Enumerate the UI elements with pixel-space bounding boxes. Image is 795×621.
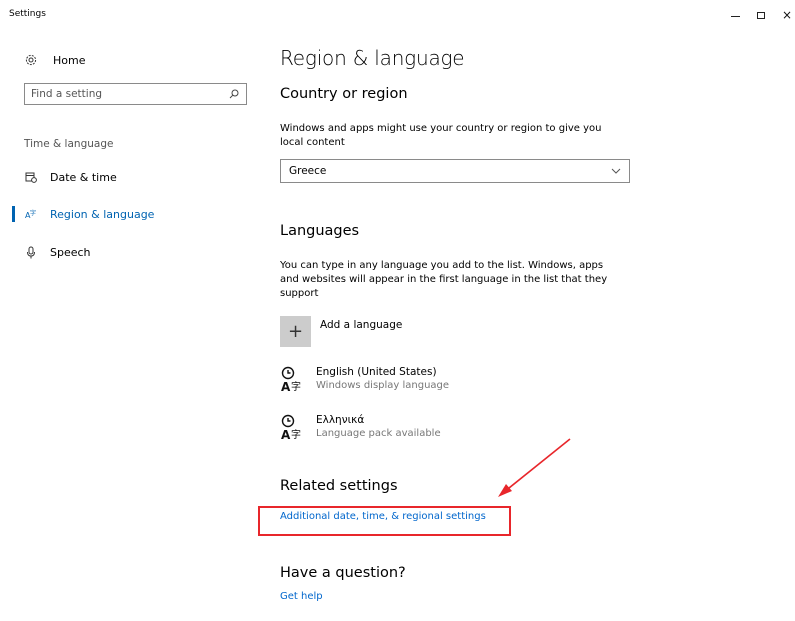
annotation-highlight-box: [258, 506, 511, 536]
sidebar-item-date-time[interactable]: Date & time: [12, 166, 252, 188]
language-icon: A 字: [281, 414, 301, 442]
search-box[interactable]: [24, 83, 247, 105]
sidebar-item-label: Date & time: [50, 170, 117, 184]
language-name: English (United States): [316, 366, 437, 378]
language-item-english[interactable]: A 字 English (United States) Windows disp…: [280, 366, 449, 394]
sidebar-item-speech[interactable]: Speech: [12, 241, 252, 263]
search-icon[interactable]: [229, 89, 239, 99]
language-item-text: English (United States) Windows display …: [316, 366, 449, 391]
sidebar-item-region-language[interactable]: A字 Region & language: [12, 203, 252, 225]
get-help-link[interactable]: Get help: [280, 591, 323, 602]
language-icon: A 字: [281, 366, 301, 394]
page-title: Region & language: [280, 46, 465, 70]
language-status: Language pack available: [316, 428, 441, 439]
language-icon: A字: [24, 208, 38, 220]
calendar-clock-icon: [24, 171, 38, 183]
related-settings-heading: Related settings: [280, 478, 398, 494]
nav-home[interactable]: Home: [24, 51, 85, 69]
question-heading: Have a question?: [280, 565, 406, 581]
svg-text:字: 字: [291, 428, 301, 441]
languages-heading: Languages: [280, 223, 360, 239]
selection-bar: [12, 169, 15, 185]
country-heading: Country or region: [280, 86, 408, 102]
chevron-down-icon: [611, 168, 621, 174]
maximize-icon: [757, 11, 765, 19]
svg-text:字: 字: [291, 380, 301, 393]
language-name: Ελληνικά: [316, 414, 365, 426]
svg-text:字: 字: [30, 209, 36, 217]
search-input[interactable]: [31, 88, 211, 100]
selection-bar: [12, 244, 15, 260]
selection-bar: [12, 206, 15, 222]
close-icon: ×: [781, 8, 793, 22]
nav-home-label: Home: [53, 53, 86, 67]
microphone-icon: [24, 246, 38, 259]
section-label: Time & language: [24, 138, 114, 150]
svg-text:A: A: [281, 428, 291, 442]
country-dropdown[interactable]: Greece: [280, 159, 630, 183]
country-selected-value: Greece: [289, 165, 327, 177]
language-item-greek[interactable]: A 字 Ελληνικά Language pack available: [280, 414, 441, 442]
sidebar: Home Time & language Date & time A字 Regi…: [0, 28, 265, 621]
country-description: Windows and apps might use your country …: [280, 123, 602, 148]
window-title: Settings: [9, 9, 46, 19]
minimize-icon: [730, 15, 740, 17]
annotation-arrow-icon: [498, 438, 571, 497]
sidebar-item-label: Speech: [50, 245, 91, 259]
close-button[interactable]: ×: [772, 4, 795, 26]
languages-description: You can type in any language you add to …: [280, 260, 608, 299]
svg-text:A: A: [281, 380, 291, 394]
add-language-button[interactable]: + Add a language: [280, 316, 402, 347]
gear-icon: [24, 54, 38, 66]
title-bar: Settings ×: [0, 0, 795, 28]
plus-icon: +: [280, 316, 311, 347]
language-status: Windows display language: [316, 380, 450, 391]
sidebar-item-label: Region & language: [50, 207, 155, 221]
add-language-label: Add a language: [320, 319, 403, 331]
language-item-text: Ελληνικά Language pack available: [316, 414, 441, 439]
